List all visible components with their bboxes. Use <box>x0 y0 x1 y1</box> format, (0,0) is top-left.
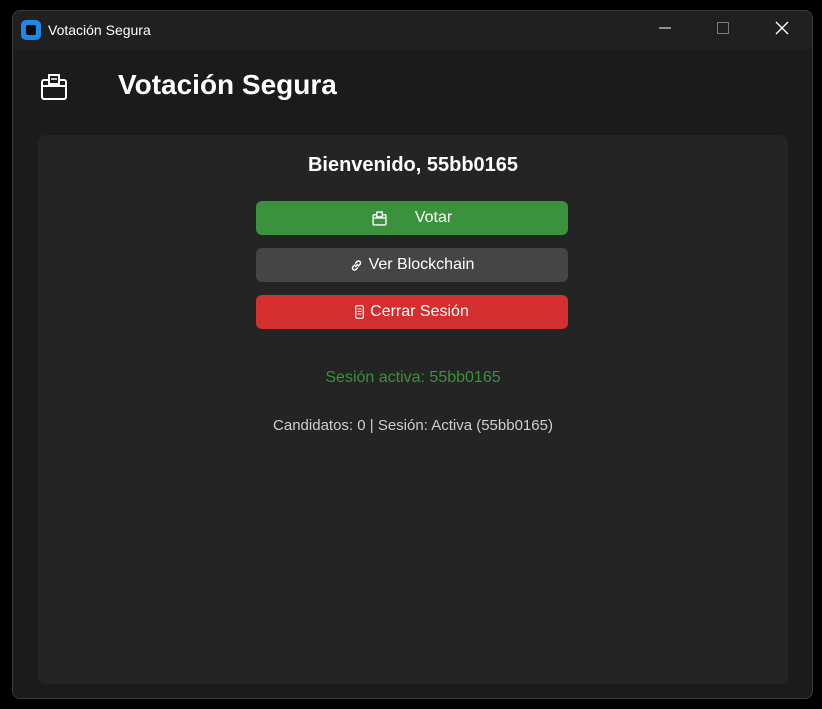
window-title: Votación Segura <box>48 22 151 38</box>
close-button[interactable] <box>753 11 811 49</box>
main-card: Bienvenido, 55bb0165 Votar Ver Blockchai… <box>38 135 788 684</box>
view-blockchain-button[interactable]: Ver Blockchain <box>256 248 568 282</box>
logout-button-label: Cerrar Sesión <box>370 303 469 320</box>
session-info: Candidatos: 0 | Sesión: Activa (55bb0165… <box>273 417 553 434</box>
phone-icon <box>355 305 365 319</box>
vote-button-label: Votar <box>414 209 453 226</box>
session-status: Sesión activa: 55bb0165 <box>325 369 501 386</box>
minimize-icon <box>659 21 671 39</box>
maximize-icon <box>717 21 729 39</box>
maximize-button[interactable] <box>694 11 752 49</box>
vote-button[interactable]: Votar <box>256 201 568 235</box>
logout-button[interactable]: Cerrar Sesión <box>256 295 568 329</box>
link-icon <box>350 259 363 272</box>
close-icon <box>775 21 789 40</box>
minimize-button[interactable] <box>636 11 694 49</box>
title-bar[interactable]: Votación Segura <box>13 11 812 49</box>
ballot-box-icon <box>372 210 387 226</box>
app-icon <box>21 20 41 40</box>
app-window: Votación Segura Votación Segura Bienveni… <box>12 10 813 699</box>
view-blockchain-label: Ver Blockchain <box>368 256 475 273</box>
app-header: Votación Segura <box>13 49 812 135</box>
ballot-box-icon <box>40 73 68 101</box>
page-title: Votación Segura <box>118 69 337 100</box>
welcome-message: Bienvenido, 55bb0165 <box>307 154 519 176</box>
